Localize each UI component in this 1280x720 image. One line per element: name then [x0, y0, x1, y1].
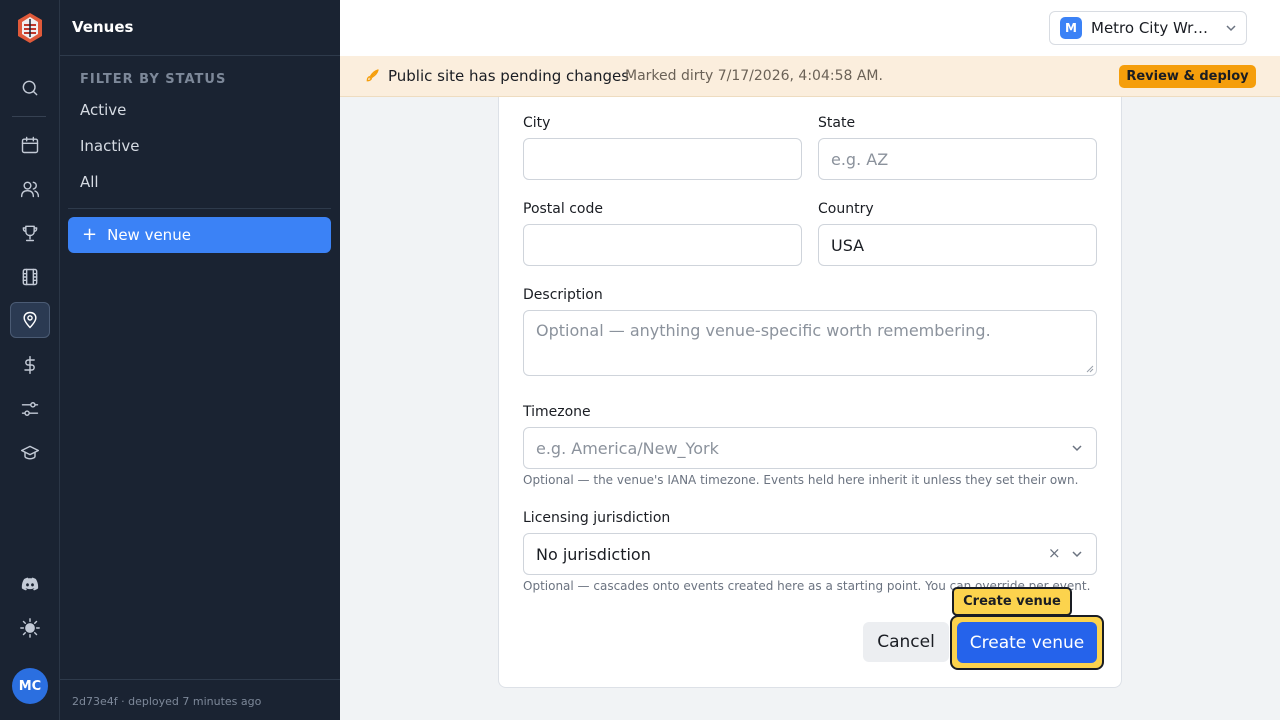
sidebar-divider	[68, 208, 331, 209]
description-label: Description	[523, 287, 603, 303]
icon-rail: MC	[0, 0, 60, 720]
state-placeholder: e.g. AZ	[831, 149, 889, 169]
org-switcher[interactable]: M Metro City Wrestling	[1049, 11, 1247, 45]
cancel-button[interactable]: Cancel	[863, 622, 949, 662]
rail-divider	[12, 116, 46, 117]
org-badge: M	[1060, 17, 1082, 39]
users-icon[interactable]	[10, 171, 50, 207]
rocket-icon	[366, 69, 379, 82]
state-label: State	[818, 115, 856, 131]
timezone-help: Optional — the venue's IANA timezone. Ev…	[523, 473, 1079, 487]
description-placeholder: Optional — anything venue-specific worth…	[536, 321, 991, 340]
avatar[interactable]: MC	[12, 668, 48, 704]
new-venue-label: New venue	[107, 226, 191, 244]
plus-icon: +	[82, 224, 98, 245]
top-bar: M Metro City Wrestling	[340, 0, 1280, 56]
description-textarea[interactable]: Optional — anything venue-specific worth…	[523, 310, 1097, 376]
jurisdiction-value: No jurisdiction	[536, 544, 651, 564]
timezone-label: Timezone	[523, 404, 591, 420]
country-value: USA	[831, 235, 865, 255]
banner-detail: Marked dirty 7/17/2026, 4:04:58 AM.	[625, 68, 883, 84]
sun-icon[interactable]	[10, 610, 50, 646]
postal-code-label: Postal code	[523, 201, 603, 217]
org-name: Metro City Wrestling	[1091, 19, 1217, 37]
filter-heading: FILTER BY STATUS	[80, 72, 227, 87]
banner-message: Public site has pending changes	[388, 67, 630, 85]
sidebar-divider	[60, 55, 340, 56]
timezone-placeholder: e.g. America/New_York	[536, 438, 719, 458]
film-icon[interactable]	[10, 259, 50, 295]
state-input[interactable]: e.g. AZ	[818, 138, 1097, 180]
filter-all[interactable]: All	[80, 173, 99, 191]
graduation-cap-icon[interactable]	[10, 435, 50, 471]
country-input[interactable]: USA	[818, 224, 1097, 266]
app-logo-icon[interactable]	[16, 12, 44, 44]
pending-changes-banner: Public site has pending changes Marked d…	[340, 56, 1280, 97]
review-deploy-button[interactable]: Review & deploy	[1119, 65, 1256, 88]
deploy-info: 2d73e4f · deployed 7 minutes ago	[72, 695, 262, 708]
jurisdiction-label: Licensing jurisdiction	[523, 510, 671, 526]
create-venue-tooltip: Create venue	[952, 587, 1072, 616]
filter-inactive[interactable]: Inactive	[80, 137, 140, 155]
timezone-select[interactable]: e.g. America/New_York	[523, 427, 1097, 469]
sliders-icon[interactable]	[10, 391, 50, 427]
clear-icon[interactable]: ×	[1048, 544, 1061, 562]
trophy-icon[interactable]	[10, 215, 50, 251]
search-icon[interactable]	[10, 70, 50, 106]
chevron-down-icon	[1226, 25, 1236, 32]
create-venue-button[interactable]: Create venue	[957, 622, 1097, 663]
deploy-footer: 2d73e4f · deployed 7 minutes ago	[60, 679, 340, 720]
calendar-icon[interactable]	[10, 127, 50, 163]
chevron-down-icon[interactable]	[1071, 548, 1083, 560]
chevron-down-icon[interactable]	[1071, 442, 1083, 454]
sidebar-title: Venues	[72, 18, 134, 36]
map-pin-icon[interactable]	[10, 302, 50, 338]
discord-icon[interactable]	[10, 566, 50, 602]
city-label: City	[523, 115, 551, 131]
postal-code-input[interactable]	[523, 224, 802, 266]
venues-sidebar: Venues FILTER BY STATUS Active Inactive …	[60, 0, 340, 720]
jurisdiction-select[interactable]: No jurisdiction	[523, 533, 1097, 575]
filter-active[interactable]: Active	[80, 101, 126, 119]
dollar-icon[interactable]	[10, 347, 50, 383]
new-venue-button[interactable]: + New venue	[68, 217, 331, 253]
resize-handle-icon[interactable]	[1086, 365, 1094, 373]
country-label: Country	[818, 201, 874, 217]
city-input[interactable]	[523, 138, 802, 180]
